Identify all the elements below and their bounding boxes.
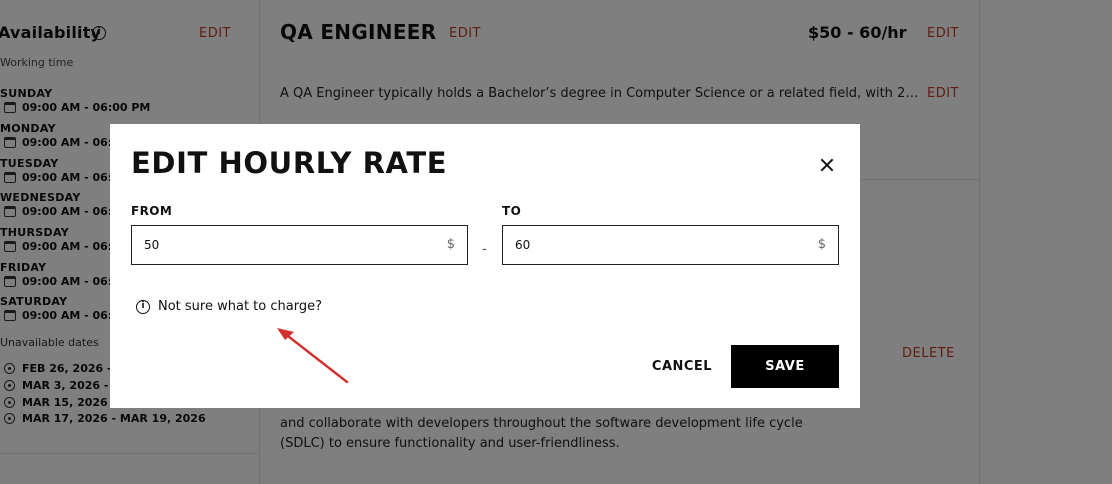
dollar-icon: $ <box>446 237 455 252</box>
from-label: FROM <box>131 204 173 218</box>
to-label: TO <box>502 204 522 218</box>
annotation-arrow-icon <box>277 328 349 384</box>
info-icon: i <box>136 299 150 314</box>
close-icon[interactable] <box>815 154 839 178</box>
save-button[interactable]: SAVE <box>731 345 839 388</box>
to-field: $ <box>502 225 839 265</box>
dialog-title: EDIT HOURLY RATE <box>131 146 448 180</box>
cancel-button[interactable]: CANCEL <box>650 345 714 389</box>
edit-hourly-rate-dialog: EDIT HOURLY RATE FROM TO $ - $ i Not sur… <box>110 124 860 408</box>
dollar-icon: $ <box>817 237 826 252</box>
pricing-hint[interactable]: i Not sure what to charge? <box>136 299 322 314</box>
from-input[interactable] <box>144 226 434 264</box>
range-separator: - <box>482 242 487 257</box>
to-input[interactable] <box>515 226 805 264</box>
pricing-hint-text: Not sure what to charge? <box>158 299 322 314</box>
from-field: $ <box>131 225 468 265</box>
